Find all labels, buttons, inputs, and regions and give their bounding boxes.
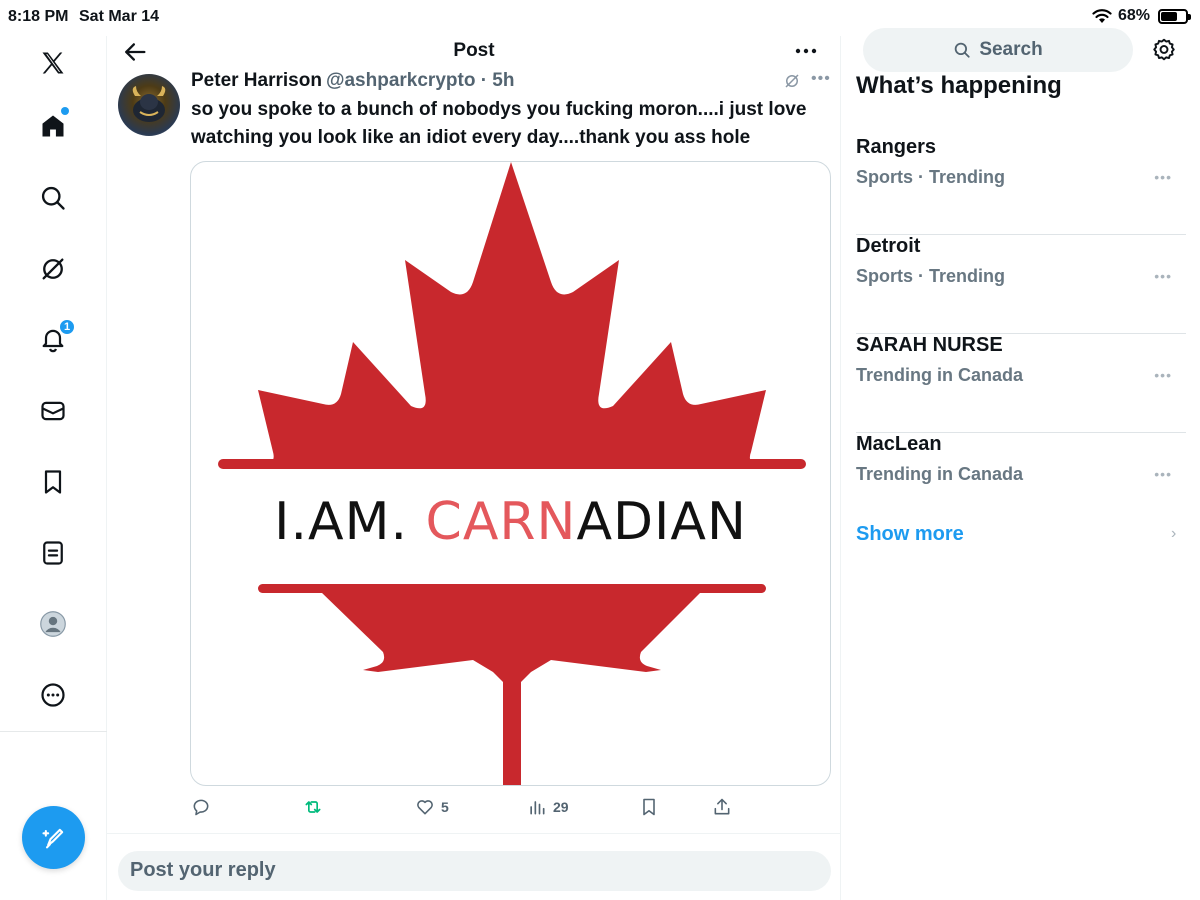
lists-icon[interactable] xyxy=(31,531,75,575)
trend-meta: Trending in Canada xyxy=(856,365,1024,385)
show-more-link[interactable]: Show more xyxy=(856,523,964,546)
trend-more-icon[interactable]: ••• xyxy=(1154,367,1172,383)
trend-item[interactable]: Detroit Sports · Trending ••• xyxy=(856,235,1186,334)
post-header: Post xyxy=(107,36,841,66)
post-actions: 5 29 xyxy=(107,794,841,820)
trend-meta: Sports · Trending xyxy=(856,167,1006,187)
trend-meta: Sports · Trending xyxy=(856,266,1006,286)
author-avatar[interactable] xyxy=(118,74,180,136)
bookmark-glyph xyxy=(44,470,62,494)
caption-part-1: I.AM. xyxy=(274,492,426,552)
right-sidebar: Search What’s happening Rangers Sports ·… xyxy=(841,28,1200,900)
profile-glyph xyxy=(40,611,66,637)
bookmark-icon xyxy=(643,798,655,816)
trend-meta: Trending in Canada xyxy=(856,464,1024,484)
repost-icon xyxy=(305,801,321,813)
trend-more-icon[interactable]: ••• xyxy=(1154,466,1172,482)
search-glyph xyxy=(41,186,65,210)
bookmarks-icon[interactable] xyxy=(31,460,75,504)
grok-explain-icon[interactable] xyxy=(783,72,801,90)
left-nav: 1 xyxy=(0,36,107,900)
trend-more-icon[interactable]: ••• xyxy=(1154,169,1172,185)
post-text: so you spoke to a bunch of nobodys you f… xyxy=(191,99,807,148)
image-caption: I.AM. CARNADIAN xyxy=(191,492,830,552)
author-name[interactable]: Peter Harrison xyxy=(191,70,322,91)
views-button[interactable]: 29 xyxy=(527,794,569,820)
search-bar[interactable]: Search xyxy=(863,28,1133,72)
whats-happening-title: What’s happening xyxy=(856,72,1062,98)
trend-item[interactable]: MacLean Trending in Canada ••• xyxy=(856,433,1186,532)
messages-envelope-icon[interactable] xyxy=(31,389,75,433)
nav-divider xyxy=(0,731,107,732)
trend-item[interactable]: Rangers Sports · Trending ••• xyxy=(856,136,1186,235)
caption-part-2: ADIAN xyxy=(576,492,747,552)
trend-name: MacLean xyxy=(856,433,942,455)
home-icon[interactable] xyxy=(31,104,75,148)
notifications-bell-icon[interactable]: 1 xyxy=(31,317,75,361)
trend-name: Detroit xyxy=(856,235,921,257)
post-more-icon[interactable]: ••• xyxy=(811,70,831,88)
grok-glyph xyxy=(42,258,64,280)
trend-name: Rangers xyxy=(856,136,937,158)
chevron-right-icon: › xyxy=(1171,525,1177,542)
like-button[interactable]: 5 xyxy=(415,794,449,820)
maple-leaf-graphic xyxy=(218,162,806,785)
caption-highlight: CARN xyxy=(425,492,577,552)
main-column: Post Peter Harrison @ashparkcrypto · 5h •… xyxy=(107,36,841,900)
compose-feather-icon xyxy=(41,828,63,848)
reply-input[interactable]: Post your reply xyxy=(118,851,831,891)
lists-glyph xyxy=(43,541,63,565)
envelope-glyph xyxy=(41,401,65,421)
trend-more-icon[interactable]: ••• xyxy=(1154,268,1172,284)
x-logo-icon[interactable] xyxy=(31,41,75,85)
home-unread-dot xyxy=(61,107,69,115)
search-icon xyxy=(955,42,970,58)
settings-gear-icon[interactable] xyxy=(1151,37,1177,63)
reply-button[interactable] xyxy=(191,794,211,820)
trend-name: SARAH NURSE xyxy=(856,334,1003,356)
grok-icon[interactable] xyxy=(31,247,75,291)
battery-fill xyxy=(1161,11,1177,21)
search-icon[interactable] xyxy=(31,176,75,220)
author-handle[interactable]: @ashparkcrypto · 5h xyxy=(326,70,515,91)
trend-item[interactable]: SARAH NURSE Trending in Canada ••• xyxy=(856,334,1186,433)
share-button[interactable] xyxy=(712,794,732,820)
home-glyph xyxy=(42,115,64,137)
post-image[interactable]: I.AM. CARNADIAN xyxy=(190,161,831,786)
views-chart-icon xyxy=(530,801,545,815)
page-title: Post xyxy=(453,40,495,61)
actions-divider xyxy=(107,833,841,834)
status-date: Sat Mar 14 xyxy=(79,8,160,25)
heart-icon xyxy=(417,800,433,815)
profile-avatar-icon[interactable] xyxy=(31,602,75,646)
author-line: Peter Harrison @ashparkcrypto · 5h xyxy=(191,70,514,92)
bull-avatar-image xyxy=(132,86,166,122)
battery-percent: 68% xyxy=(1117,7,1150,24)
status-time: 8:18 PM xyxy=(8,8,69,25)
share-icon xyxy=(714,798,730,815)
notification-count-badge: 1 xyxy=(59,319,75,335)
wifi-icon xyxy=(1092,9,1112,23)
x-logo-glyph xyxy=(42,52,64,74)
battery-icon xyxy=(1158,8,1191,24)
bookmark-button[interactable] xyxy=(639,794,659,820)
more-options-icon[interactable] xyxy=(31,673,75,717)
like-count: 5 xyxy=(441,799,449,815)
repost-button[interactable] xyxy=(303,794,323,820)
compose-post-button[interactable] xyxy=(22,806,85,869)
search-label: Search xyxy=(979,39,1043,60)
more-circle-glyph xyxy=(41,683,65,707)
views-count: 29 xyxy=(553,799,569,815)
more-dots-icon[interactable] xyxy=(793,40,819,62)
status-right: 68% xyxy=(1092,7,1191,25)
reply-icon xyxy=(193,799,209,816)
